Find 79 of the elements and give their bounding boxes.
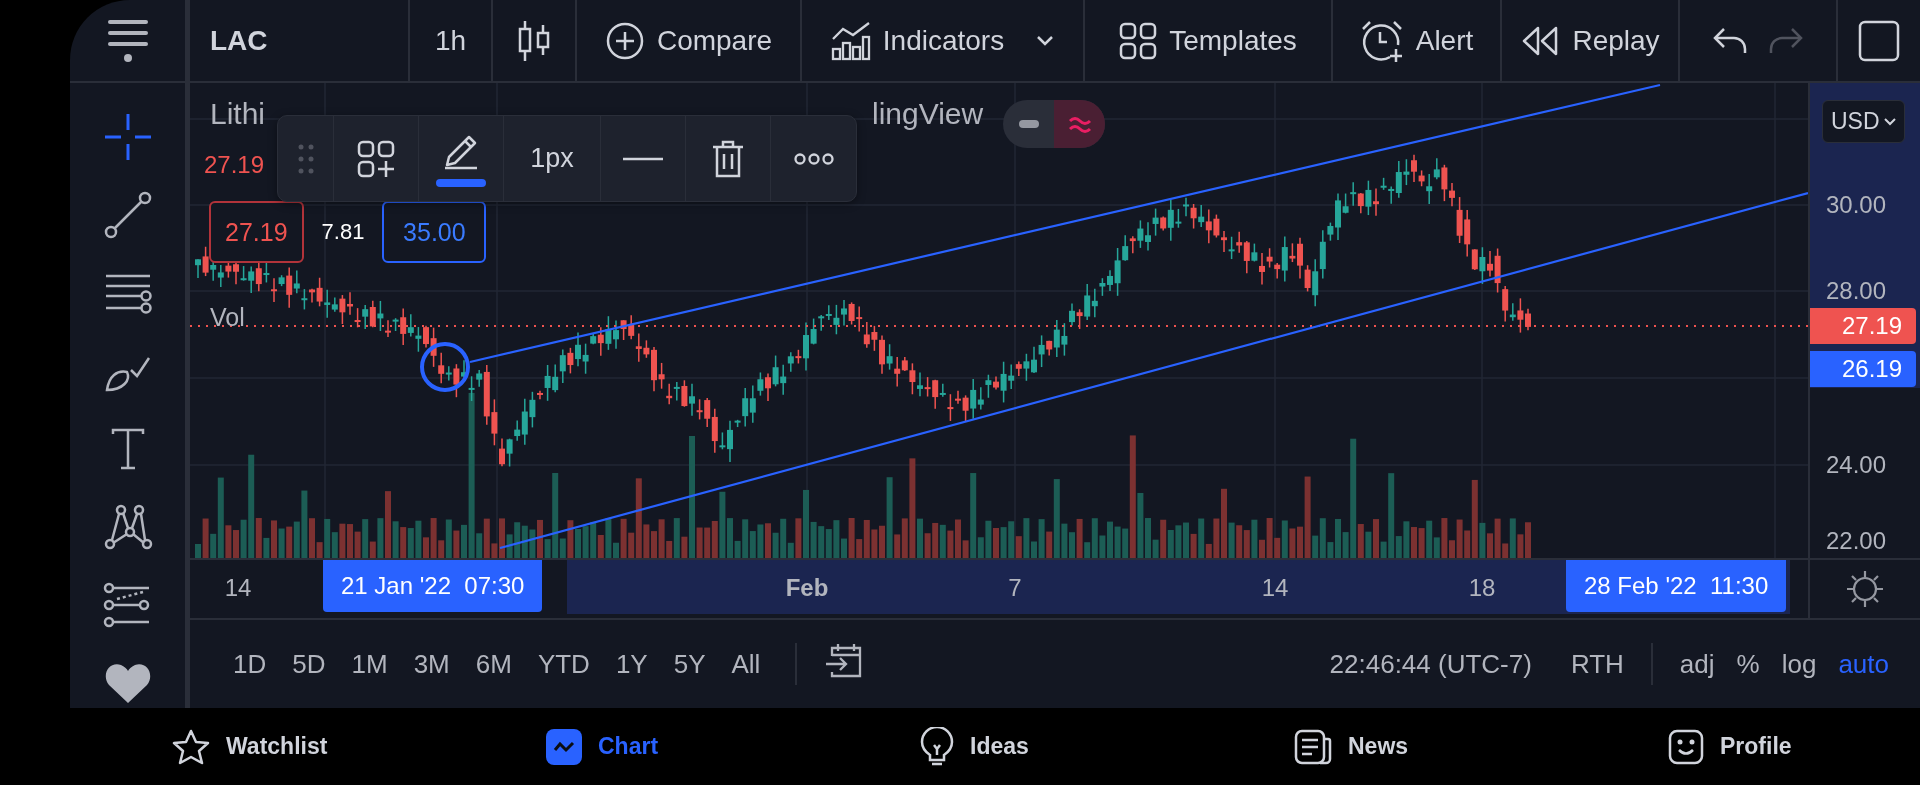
spread-value: 7.81 bbox=[321, 219, 365, 245]
replay-button[interactable]: Replay bbox=[1502, 0, 1680, 81]
range-button[interactable]: 5Y bbox=[664, 638, 715, 690]
range-button[interactable]: 6M bbox=[466, 638, 521, 690]
last-price-label: 27.19 bbox=[204, 151, 265, 179]
range-button[interactable]: 1M bbox=[342, 638, 397, 690]
trend-channel-lines[interactable] bbox=[469, 83, 1808, 550]
minus-icon bbox=[1018, 119, 1039, 129]
smiley-icon bbox=[1668, 728, 1704, 765]
price-tick-label: 24.00 bbox=[1826, 450, 1887, 480]
line-width-button[interactable]: 1px bbox=[504, 116, 601, 201]
symbol-title: Lithi bbox=[210, 97, 266, 131]
lightbulb-icon bbox=[920, 726, 954, 767]
range-button[interactable]: YTD bbox=[528, 638, 599, 690]
trash-icon bbox=[711, 138, 745, 179]
range-button[interactable]: All bbox=[722, 638, 770, 690]
scale-toggle[interactable]: auto bbox=[1829, 638, 1898, 690]
scale-toggle[interactable]: % bbox=[1727, 638, 1769, 690]
symbol-title: lingView bbox=[872, 97, 984, 131]
price-tick-label: 28.00 bbox=[1826, 276, 1887, 306]
square-icon bbox=[1858, 19, 1900, 62]
sun-icon bbox=[1845, 569, 1885, 609]
undo-button[interactable] bbox=[1712, 25, 1748, 56]
news-tab[interactable]: News bbox=[1294, 728, 1409, 765]
caret-icon bbox=[1036, 34, 1055, 47]
sell-price-button[interactable]: 27.19 bbox=[209, 201, 304, 263]
range-button[interactable]: 1D bbox=[224, 638, 276, 690]
color-swatch bbox=[436, 178, 486, 187]
range-button[interactable]: 5D bbox=[283, 638, 335, 690]
bar-chart-icon bbox=[830, 20, 871, 61]
indicators-button[interactable]: Indicators bbox=[802, 0, 1085, 81]
pattern-icon bbox=[102, 502, 153, 552]
wave-icon bbox=[1067, 114, 1092, 134]
clock-time: 22:46:44 (UTC-7) bbox=[1329, 648, 1532, 680]
anchor-handle[interactable] bbox=[420, 342, 470, 392]
compare-button[interactable]: Compare bbox=[577, 0, 802, 81]
price-tag: 27.19 bbox=[1810, 308, 1916, 344]
profile-tab[interactable]: Profile bbox=[1668, 728, 1792, 765]
buy-price-button[interactable]: 35.00 bbox=[382, 201, 487, 263]
crosshair-icon bbox=[102, 112, 153, 162]
currency-dropdown[interactable]: USD bbox=[1822, 100, 1905, 143]
trend-line-icon bbox=[102, 190, 153, 240]
newspaper-icon bbox=[1294, 728, 1332, 765]
drag-handle-icon[interactable] bbox=[297, 143, 314, 174]
price-tag: 26.19 bbox=[1810, 351, 1916, 387]
time-tick-label: 14 bbox=[224, 574, 252, 602]
candlestick-icon bbox=[516, 18, 552, 63]
range-button[interactable]: 1Y bbox=[606, 638, 657, 690]
time-tick-label: 18 bbox=[1468, 574, 1496, 602]
interval-button[interactable]: 1h bbox=[410, 0, 493, 81]
add-template-icon bbox=[356, 138, 396, 179]
scale-toggle[interactable]: adj bbox=[1670, 638, 1724, 690]
wave-style-button[interactable] bbox=[1054, 100, 1105, 148]
time-tick-label: Feb bbox=[785, 574, 829, 602]
alert-button[interactable]: Alert bbox=[1333, 0, 1502, 81]
caret-icon bbox=[1883, 117, 1896, 126]
session-button[interactable]: RTH bbox=[1561, 638, 1633, 690]
date-tag: 21 Jan '22 07:30 bbox=[323, 560, 543, 612]
more-icon bbox=[793, 152, 834, 165]
chart-icon bbox=[546, 728, 582, 765]
chart-tab[interactable]: Chart bbox=[546, 728, 659, 765]
plus-circle-icon bbox=[604, 20, 645, 61]
star-icon bbox=[172, 728, 210, 765]
watchlist-tab[interactable]: Watchlist bbox=[172, 728, 328, 765]
line-style-icon bbox=[623, 156, 663, 161]
date-tag: 28 Feb '22 11:30 bbox=[1566, 560, 1787, 612]
redo-icon bbox=[1768, 25, 1804, 56]
undo-icon bbox=[1712, 25, 1748, 56]
grid-icon bbox=[1119, 21, 1158, 60]
time-tick-label: 7 bbox=[1008, 574, 1022, 602]
templates-button[interactable]: Templates bbox=[1085, 0, 1333, 81]
price-tick-label: 30.00 bbox=[1826, 190, 1887, 220]
price-tick-label: 22.00 bbox=[1826, 526, 1887, 556]
volume-label: Vol bbox=[210, 303, 245, 332]
scale-toggle[interactable]: log bbox=[1772, 638, 1826, 690]
time-tick-label: 14 bbox=[1261, 574, 1289, 602]
ideas-tab[interactable]: Ideas bbox=[920, 726, 1029, 767]
range-button[interactable]: 3M bbox=[404, 638, 459, 690]
symbol-button[interactable]: LAC bbox=[190, 0, 410, 81]
